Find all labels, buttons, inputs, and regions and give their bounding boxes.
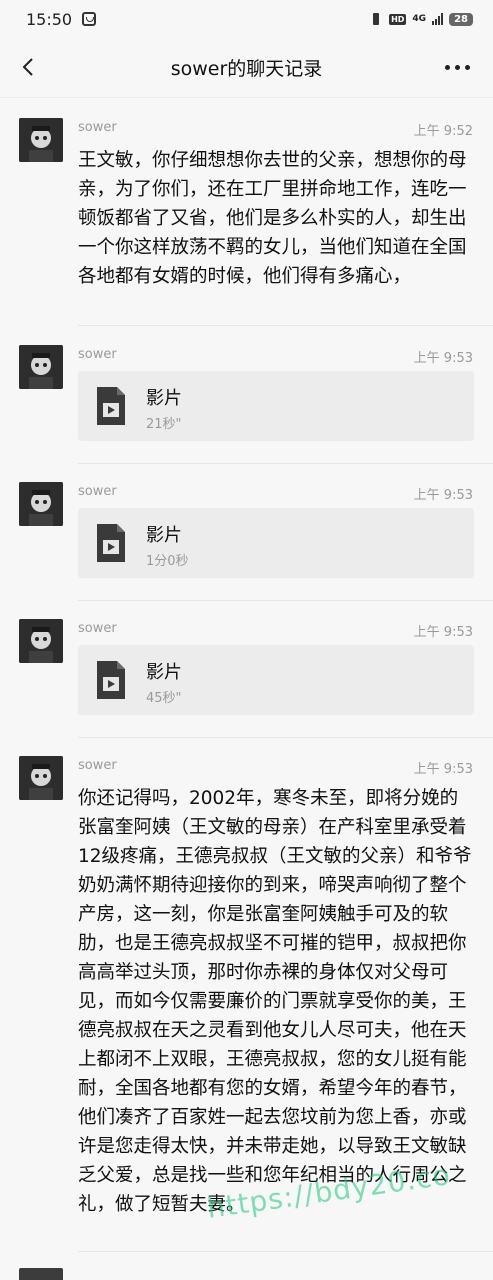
nav-bar: sower的聊天记录 <box>0 38 493 98</box>
avatar[interactable] <box>19 482 63 526</box>
divider <box>78 737 493 738</box>
sender-name: sower <box>78 484 117 499</box>
divider <box>78 1251 493 1252</box>
vibrate-icon <box>369 13 383 25</box>
more-dots-icon[interactable] <box>445 60 471 74</box>
message-time: 上午 9:53 <box>413 351 473 366</box>
divider <box>78 463 493 464</box>
video-duration: 45秒" <box>146 691 182 706</box>
page-title: sower的聊天记录 <box>170 58 323 80</box>
divider <box>78 325 493 326</box>
video-file-card[interactable]: 影片 1分0秒 <box>78 508 474 578</box>
avatar-image-icon <box>19 482 63 526</box>
video-duration: 21秒" <box>146 417 182 432</box>
avatar-image-icon <box>19 345 63 389</box>
video-file-card[interactable]: 影片 45秒" <box>78 645 474 715</box>
message-text: 你还记得吗，2002年，寒冬未至，即将分娩的张富奎阿姨（王文敏的母亲）在产科室里… <box>78 788 472 1215</box>
chevron-left-icon[interactable] <box>18 56 40 78</box>
video-file-icon <box>97 387 125 425</box>
message-text: 王文敏，你仔细想想你去世的父亲，想想你的母亲，为了你们，还在工厂里拼命地工作，连… <box>78 150 467 287</box>
sender-name: sower <box>78 758 117 773</box>
avatar[interactable] <box>19 345 63 389</box>
network-type: 4G <box>412 13 427 24</box>
file-name: 影片 <box>146 525 182 546</box>
avatar[interactable] <box>19 1268 63 1280</box>
status-time: 15:50 <box>26 9 73 29</box>
signal-icon <box>432 13 444 25</box>
video-file-icon <box>97 524 125 562</box>
sim-card-icon <box>82 12 97 26</box>
avatar[interactable] <box>19 619 63 663</box>
status-icons: HD 4G 28 <box>369 12 473 26</box>
file-name: 影片 <box>146 662 182 683</box>
hd-badge: HD <box>389 13 407 25</box>
message-time: 上午 9:52 <box>413 124 473 139</box>
divider <box>78 600 493 601</box>
avatar-image-icon <box>19 118 63 162</box>
battery-indicator: 28 <box>449 12 473 26</box>
video-file-icon <box>97 661 125 699</box>
video-duration: 1分0秒 <box>146 554 189 569</box>
message-time: 上午 9:53 <box>413 762 473 777</box>
avatar-image-icon <box>19 756 63 800</box>
message-time: 上午 9:53 <box>413 488 473 503</box>
avatar-image-icon <box>19 619 63 663</box>
sender-name: sower <box>78 621 117 636</box>
avatar[interactable] <box>19 118 63 162</box>
status-bar: 15:50 HD 4G 28 <box>0 0 493 38</box>
sender-name: sower <box>78 347 117 362</box>
video-file-card[interactable]: 影片 21秒" <box>78 371 474 441</box>
sender-name: sower <box>78 120 117 135</box>
avatar[interactable] <box>19 756 63 800</box>
message-time: 上午 9:53 <box>413 625 473 640</box>
file-name: 影片 <box>146 388 182 409</box>
